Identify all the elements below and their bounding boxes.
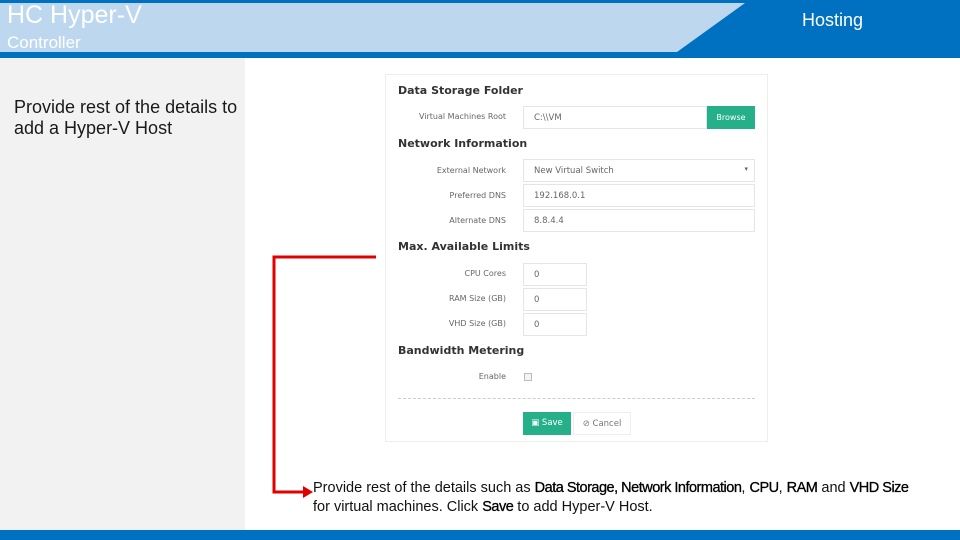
callout-note: Provide rest of the details such as Data… <box>313 480 909 515</box>
callout-arrow <box>272 255 376 498</box>
footer-bar <box>0 530 960 540</box>
